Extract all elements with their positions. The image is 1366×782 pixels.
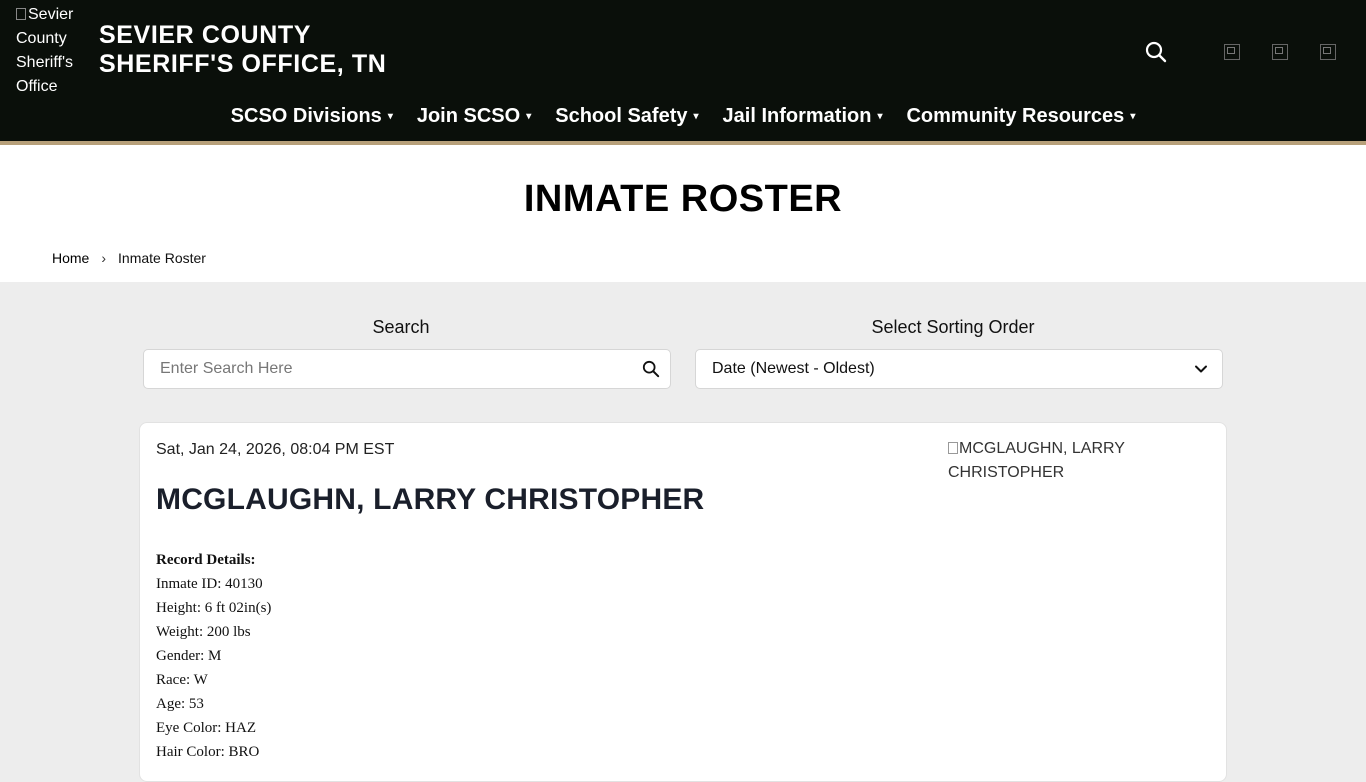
detail-height: Height: 6 ft 02in(s): [156, 600, 272, 616]
breadcrumb-home-link[interactable]: Home: [52, 250, 89, 266]
chevron-down-icon: [1195, 365, 1207, 373]
search-icon[interactable]: [642, 360, 660, 378]
detail-inmate-id: Inmate ID: 40130: [156, 576, 263, 592]
nav-item-label: Join SCSO: [416, 105, 521, 127]
detail-age: Age: 53: [156, 696, 204, 712]
caret-down-icon: ▾: [526, 111, 532, 122]
nav-item-label: School Safety: [555, 105, 688, 127]
sort-selected-value: Date (Newest - Oldest): [712, 360, 875, 377]
facebook-icon[interactable]: [1224, 44, 1240, 60]
booking-date: Sat, Jan 24, 2026, 08:04 PM EST: [156, 441, 395, 458]
inmate-card: Sat, Jan 24, 2026, 08:04 PM EST MCGLAUGH…: [139, 422, 1227, 782]
nav-item-join-scso[interactable]: Join SCSO ▾: [417, 105, 531, 128]
breadcrumb-chevron-icon: ›: [101, 250, 107, 266]
caret-down-icon: ▾: [387, 111, 393, 122]
search-label: Search: [372, 317, 430, 337]
page-title: INMATE ROSTER: [523, 178, 843, 220]
detail-eye-color: Eye Color: HAZ: [156, 720, 256, 736]
nav-item-community-resources[interactable]: Community Resources ▾: [906, 105, 1135, 128]
record-details-heading: Record Details:: [156, 552, 256, 568]
breadcrumb-current: Inmate Roster: [118, 250, 206, 266]
detail-hair-color: Hair Color: BRO: [156, 744, 260, 760]
site-logo[interactable]: Sevier County Sheriff's Office: [16, 3, 88, 99]
caret-down-icon: ▾: [693, 111, 699, 122]
search-icon[interactable]: [1144, 40, 1168, 64]
title-band: INMATE ROSTER Home › Inmate Roster: [0, 145, 1366, 282]
record-details: Record Details: Inmate ID: 40130 Height:…: [156, 548, 271, 764]
instagram-icon[interactable]: [1320, 44, 1336, 60]
sort-label: Select Sorting Order: [871, 317, 1035, 337]
detail-weight: Weight: 200 lbs: [156, 624, 251, 640]
header-icons: [1144, 40, 1336, 64]
broken-image-icon: [16, 8, 26, 20]
nav-item-label: SCSO Divisions: [230, 105, 382, 127]
inmate-name[interactable]: MCGLAUGHN, LARRY CHRISTOPHER: [156, 483, 704, 517]
inmate-photo-alt: MCGLAUGHN, LARRY CHRISTOPHER: [948, 440, 1125, 481]
nav-item-label: Community Resources: [906, 105, 1125, 127]
inmate-photo: MCGLAUGHN, LARRY CHRISTOPHER: [948, 437, 1188, 485]
search-input[interactable]: [144, 350, 604, 388]
detail-gender: Gender: M: [156, 648, 222, 664]
nav-item-school-safety[interactable]: School Safety ▾: [555, 105, 698, 128]
nav-item-label: Jail Information: [722, 105, 872, 127]
site-title-line1: SEVIER COUNTY: [99, 21, 311, 49]
site-title[interactable]: SEVIER COUNTY SHERIFF'S OFFICE, TN: [99, 21, 386, 79]
broken-image-icon: [948, 442, 958, 454]
nav-item-jail-information[interactable]: Jail Information ▾: [723, 105, 883, 128]
site-header: Sevier County Sheriff's Office SEVIER CO…: [0, 0, 1366, 141]
nav-item-scso-divisions[interactable]: SCSO Divisions ▾: [231, 105, 393, 128]
search-field[interactable]: [143, 349, 671, 389]
detail-race: Race: W: [156, 672, 208, 688]
main-nav: SCSO Divisions ▾ Join SCSO ▾ School Safe…: [0, 105, 1366, 128]
caret-down-icon: ▾: [1130, 111, 1136, 122]
sort-select[interactable]: Date (Newest - Oldest): [695, 349, 1223, 389]
caret-down-icon: ▾: [877, 111, 883, 122]
site-title-line2: SHERIFF'S OFFICE, TN: [99, 50, 387, 78]
breadcrumb: Home › Inmate Roster: [52, 250, 206, 266]
twitter-icon[interactable]: [1272, 44, 1288, 60]
